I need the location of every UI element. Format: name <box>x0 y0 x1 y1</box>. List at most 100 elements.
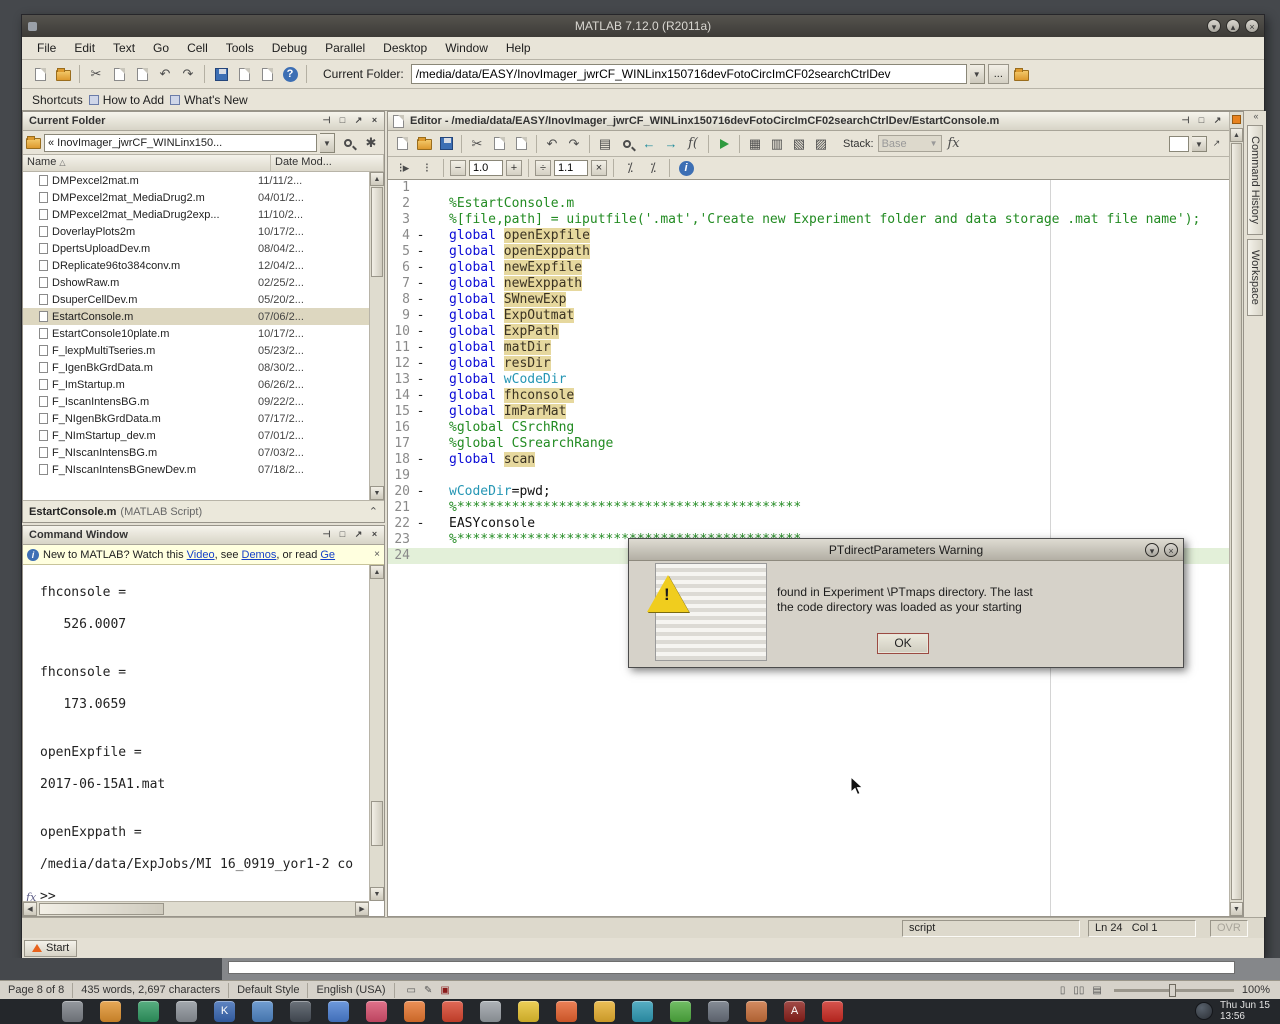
scroll-up-icon[interactable]: ▲ <box>370 565 384 579</box>
zoom-percent[interactable]: 100% <box>1242 984 1270 996</box>
editor-panel-title[interactable]: Editor - /media/data/EASY/InovImager_jwr… <box>388 112 1243 131</box>
file-row[interactable]: DshowRaw.m02/25/2... <box>23 274 369 291</box>
taskbar-app-icon-12[interactable] <box>480 1001 501 1022</box>
back-icon[interactable]: ← <box>639 134 659 154</box>
taskbar-app-icon-11[interactable] <box>442 1001 463 1022</box>
taskbar-app-icon-10[interactable] <box>404 1001 425 1022</box>
breakpoint-column[interactable]: - <box>414 308 427 324</box>
file-row[interactable]: F_lexpMultiTseries.m05/23/2... <box>23 342 369 359</box>
taskbar-app-icon-19[interactable] <box>746 1001 767 1022</box>
address-dropdown-icon[interactable]: ▼ <box>320 133 335 153</box>
profiler-icon[interactable] <box>257 64 277 84</box>
multiplier-value-field[interactable] <box>554 160 588 176</box>
breakpoint-column[interactable]: - <box>414 324 427 340</box>
breakpoint-column[interactable]: - <box>414 228 427 244</box>
code-line[interactable]: 13-global wCodeDir <box>388 372 1243 388</box>
code-line[interactable]: 9-global ExpOutmat <box>388 308 1243 324</box>
breakpoint-column[interactable]: - <box>414 356 427 372</box>
current-folder-dropdown-icon[interactable]: ▼ <box>970 64 985 84</box>
book-view-icon[interactable]: ▤ <box>1092 985 1101 996</box>
code-line[interactable]: 11-global matDir <box>388 340 1243 356</box>
file-row[interactable]: F_NIscanIntensBG.m07/03/2... <box>23 444 369 461</box>
menu-item-debug[interactable]: Debug <box>263 37 316 59</box>
undo-icon[interactable]: ↶ <box>542 134 562 154</box>
scroll-down-icon[interactable]: ▼ <box>370 887 384 901</box>
menu-item-window[interactable]: Window <box>436 37 497 59</box>
close-panel-icon[interactable]: × <box>368 114 381 127</box>
taskbar-app-icon-7[interactable] <box>290 1001 311 1022</box>
code-line[interactable]: 4-global openExpfile <box>388 228 1243 244</box>
scroll-up-icon[interactable]: ▲ <box>370 172 384 186</box>
file-row[interactable]: DMPexcel2mat_MediaDrug2.m04/01/2... <box>23 189 369 206</box>
prompt-row[interactable]: fx>> <box>40 889 369 901</box>
scroll-thumb[interactable] <box>371 187 383 277</box>
date-column-header[interactable]: Date Mod... <box>271 155 384 171</box>
writer-language[interactable]: English (USA) <box>316 984 385 996</box>
function-hints-icon[interactable]: f( <box>683 134 703 154</box>
zoom-slider-thumb[interactable] <box>1169 984 1176 997</box>
clock-app-icon[interactable] <box>1195 1002 1213 1020</box>
divide-value-button[interactable]: ÷ <box>535 160 551 176</box>
multiply-value-button[interactable]: × <box>591 160 607 176</box>
cell-eval-icon[interactable]: ▥ <box>767 134 787 154</box>
code-line[interactable]: 21%*************************************… <box>388 500 1243 516</box>
breakpoint-column[interactable]: - <box>414 388 427 404</box>
run-icon[interactable] <box>714 134 734 154</box>
breakpoint-column[interactable] <box>414 548 427 564</box>
taskbar-app-icon-5[interactable]: K <box>214 1001 235 1022</box>
new-file-icon[interactable] <box>30 64 50 84</box>
dialog-titlebar[interactable]: PTdirectParameters Warning ▾ × <box>629 539 1183 561</box>
command-window-panel-title[interactable]: Command Window ⊣ □ ↗ × <box>23 526 384 545</box>
maximize-panel-icon[interactable]: □ <box>1195 114 1208 127</box>
breakpoint-column[interactable] <box>414 500 427 516</box>
menu-item-tools[interactable]: Tools <box>217 37 263 59</box>
publish-icon[interactable]: ▧ <box>789 134 809 154</box>
taskbar-app-icon-8[interactable] <box>328 1001 349 1022</box>
breakpoint-column[interactable]: - <box>414 244 427 260</box>
single-page-view-icon[interactable]: ▯ <box>1060 985 1066 996</box>
maximize-panel-icon[interactable]: □ <box>336 528 349 541</box>
command-window-hscrollbar[interactable]: ◀ ▶ <box>23 901 369 916</box>
undock-icon[interactable]: ↗ <box>352 528 365 541</box>
decrement-value-button[interactable]: − <box>450 160 466 176</box>
how-to-add-link[interactable]: How to Add <box>89 93 164 107</box>
breakpoint-column[interactable]: - <box>414 292 427 308</box>
open-file-icon[interactable] <box>414 134 434 154</box>
code-line[interactable]: 2%EstartConsole.m <box>388 196 1243 212</box>
code-line[interactable]: 8-global SWnewExp <box>388 292 1243 308</box>
menu-item-text[interactable]: Text <box>104 37 144 59</box>
up-one-folder-icon[interactable] <box>1012 64 1032 84</box>
taskbar-app-icon-15[interactable] <box>594 1001 615 1022</box>
fx-icon[interactable]: fx <box>944 134 964 154</box>
breakpoint-column[interactable] <box>414 212 427 228</box>
next-cell-icon[interactable]: ⁝ <box>417 158 437 178</box>
document-modified-icon[interactable]: ▣ <box>440 985 449 996</box>
scroll-up-icon[interactable]: ▲ <box>1230 128 1243 142</box>
scroll-down-icon[interactable]: ▼ <box>370 486 384 500</box>
scroll-thumb[interactable] <box>1231 143 1242 900</box>
simulink-icon[interactable] <box>211 64 231 84</box>
menu-item-go[interactable]: Go <box>144 37 178 59</box>
code-line[interactable]: 3%[file,path] = uiputfile('.mat','Create… <box>388 212 1243 228</box>
cut-icon[interactable]: ✂ <box>467 134 487 154</box>
maximize-panel-icon[interactable]: □ <box>336 114 349 127</box>
code-line[interactable]: 20-wCodeDir=pwd; <box>388 484 1243 500</box>
selection-mode-icon[interactable]: ▭ <box>407 985 416 996</box>
maximize-button[interactable]: ▴ <box>1226 19 1240 33</box>
undock-icon[interactable]: ↗ <box>1211 114 1224 127</box>
close-panel-icon[interactable]: × <box>368 528 381 541</box>
split-editor-icon[interactable] <box>1169 136 1189 152</box>
start-button[interactable]: Start <box>24 940 77 957</box>
redo-icon[interactable]: ↷ <box>564 134 584 154</box>
dialog-rollup-button[interactable]: ▾ <box>1145 543 1159 557</box>
whats-new-link[interactable]: What's New <box>170 93 248 107</box>
file-row[interactable]: F_NIscanIntensBGnewDev.m07/18/2... <box>23 461 369 478</box>
minimize-button[interactable]: ▾ <box>1207 19 1221 33</box>
writer-page-count[interactable]: Page 8 of 8 <box>8 984 64 996</box>
search-icon[interactable] <box>338 133 358 153</box>
undock-icon[interactable]: ↗ <box>352 114 365 127</box>
taskbar-app-icon-20[interactable]: A <box>784 1001 805 1022</box>
file-row[interactable]: F_IscanIntensBG.m09/22/2... <box>23 393 369 410</box>
file-row[interactable]: EstartConsole.m07/06/2... <box>23 308 369 325</box>
menu-item-cell[interactable]: Cell <box>178 37 217 59</box>
